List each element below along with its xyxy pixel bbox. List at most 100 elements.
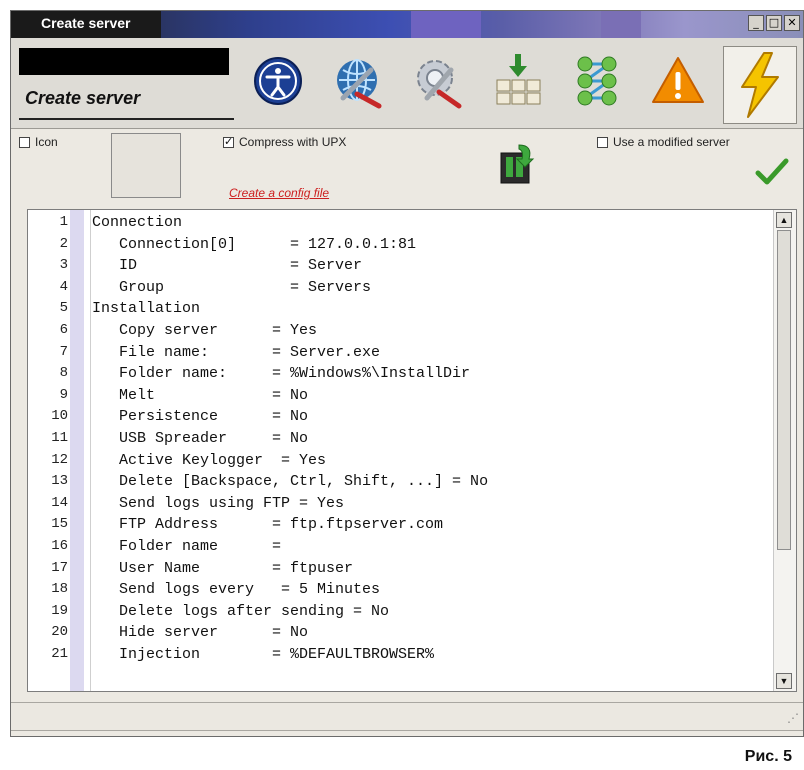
line-text: User Name = ftpuser [92,559,354,577]
line-text: Persistence = No [92,408,309,426]
line-text: Installation [92,300,201,318]
line-text: ID = Server [92,257,363,275]
title-band [411,11,481,38]
line-number: 1 [59,214,68,230]
options-panel: Icon ✓ Compress with UPX Create a config… [11,129,803,209]
line-text: Active Keylogger = Yes [92,451,327,469]
config-line: 19 Delete logs after sending = No [28,601,772,623]
line-number: 16 [51,537,68,554]
line-number: 12 [51,451,68,468]
line-number: 3 [59,257,68,274]
config-line: 8 Folder name: = %Windows%\InstallDir [28,363,772,385]
line-number: 6 [59,321,68,338]
download-grid-icon [496,54,541,105]
status-bar: ⋰ [11,702,803,731]
line-number: 8 [59,365,68,382]
scroll-down-button[interactable]: ▼ [776,673,792,689]
window-controls: _ □ ✕ [748,15,800,31]
config-line: 4 Group = Servers [28,277,772,299]
create-tool-button[interactable] [723,46,797,124]
resize-grip-icon[interactable]: ⋰ [787,711,799,725]
icon-label: Icon [35,135,58,149]
line-text: Folder name: = %Windows%\InstallDir [92,365,471,383]
config-line: 15 FTP Address = ftp.ftpserver.com [28,514,772,536]
line-text: Group = Servers [92,278,372,296]
line-number: 17 [51,559,68,576]
config-line: 11 USB Spreader = No [28,428,772,450]
line-number: 11 [51,429,68,446]
config-editor[interactable]: 1 Connection 2 Connection[0] = 127.0.0.1:8… [27,209,797,692]
warning-triangle-icon [652,57,704,103]
gear-wrench-icon [417,60,462,109]
create-config-link[interactable]: Create a config file [229,186,329,200]
line-number: 2 [59,235,68,252]
close-button[interactable]: ✕ [784,15,800,31]
line-number: 9 [59,386,68,403]
compress-upx-checkbox[interactable]: ✓ [223,137,234,148]
line-text: Delete logs after sending = No [92,602,390,620]
icon-preview[interactable] [111,133,181,198]
config-line: 1 Connection [28,212,772,234]
settings-tool-button[interactable] [407,50,469,112]
confirm-button[interactable] [755,157,789,187]
line-number: 5 [59,300,68,317]
scroll-thumb[interactable] [777,230,791,550]
maximize-button[interactable]: □ [766,15,782,31]
line-number: 18 [51,581,68,598]
line-number: 10 [51,408,68,425]
config-line: 7 File name: = Server.exe [28,342,772,364]
config-line: 12 Active Keylogger = Yes [28,450,772,472]
line-text: Connection[0] = 127.0.0.1:81 [92,235,417,253]
config-line: 21 Injection = %DEFAULTBROWSER% [28,644,772,666]
line-text: File name: = Server.exe [92,343,381,361]
network-tool-button[interactable] [327,50,389,112]
line-number: 15 [51,516,68,533]
config-line: 5 Installation [28,298,772,320]
line-number: 19 [51,602,68,619]
line-text: USB Spreader = No [92,429,309,447]
green-nodes-icon [577,56,617,106]
vertical-scrollbar[interactable]: ▲ ▼ [773,210,796,691]
config-line: 10 Persistence = No [28,406,772,428]
line-text: Folder name = [92,537,282,555]
modified-server-checkbox[interactable] [597,137,608,148]
config-line: 16 Folder name = [28,536,772,558]
line-text: Send logs every = 5 Minutes [92,581,381,599]
icon-checkbox[interactable] [19,137,30,148]
line-number: 14 [51,494,68,511]
toolbar: Create server [11,38,803,129]
save-arrow-icon [500,144,535,184]
line-number: 13 [51,473,68,490]
modules-tool-button[interactable] [567,50,629,112]
window-title: Create server [41,15,131,31]
save-tool-button[interactable] [499,143,535,185]
line-text: Send logs using FTP = Yes [92,494,345,512]
line-text: Connection [92,214,183,231]
globe-wrench-icon [337,59,382,109]
scroll-up-button[interactable]: ▲ [776,212,792,228]
figure-caption: Рис. 5 [744,748,792,765]
line-number: 7 [59,343,68,360]
title-bar: Create server _ □ ✕ [11,11,803,38]
line-number: 4 [59,278,68,295]
title-band [601,11,641,38]
line-text: Injection = %DEFAULTBROWSER% [92,645,435,663]
minimize-button[interactable]: _ [748,15,764,31]
install-tool-button[interactable] [487,50,549,112]
warning-tool-button[interactable] [647,50,709,112]
line-text: Delete [Backspace, Ctrl, Shift, ...] = N… [92,473,489,491]
line-number: 20 [51,624,68,641]
checkmark-icon [755,158,789,185]
config-line: 2 Connection[0] = 127.0.0.1:81 [28,234,772,256]
config-line: 14 Send logs using FTP = Yes [28,493,772,515]
line-text: Copy server = Yes [92,321,318,339]
compress-upx-label: Compress with UPX [239,135,347,149]
config-line: 13 Delete [Backspace, Ctrl, Shift, ...] … [28,471,772,493]
accessibility-tool-button[interactable] [247,50,309,112]
config-line: 18 Send logs every = 5 Minutes [28,579,772,601]
toolbar-heading: Create server [25,88,141,108]
modified-server-label: Use a modified server [613,135,730,149]
config-line: 9 Melt = No [28,385,772,407]
lightning-icon [741,52,779,118]
line-text: Hide server = No [92,624,309,642]
